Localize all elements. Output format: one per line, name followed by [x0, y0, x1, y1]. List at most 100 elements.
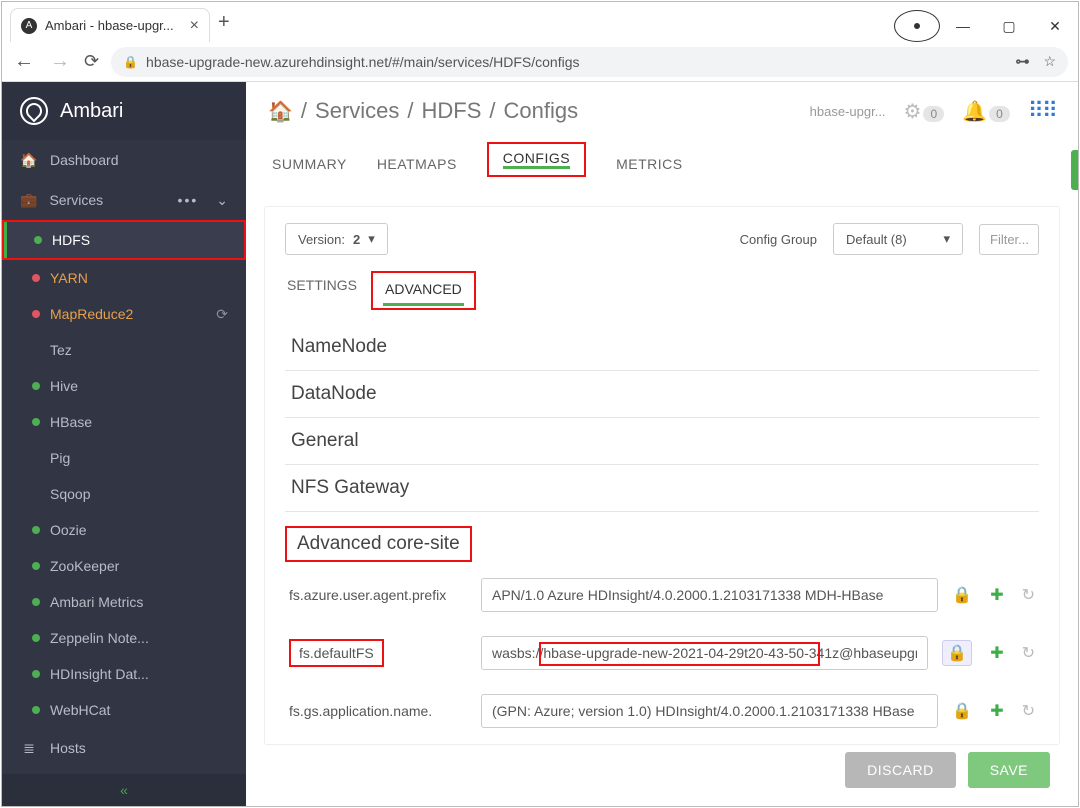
filter-input[interactable]: Filter...: [979, 224, 1039, 255]
new-tab-button[interactable]: +: [218, 11, 230, 34]
sidebar-item-hdinsight-dat-[interactable]: HDInsight Dat...: [2, 656, 246, 692]
hosts-label: Hosts: [50, 740, 86, 756]
url-text: hbase-upgrade-new.azurehdinsight.net/#/m…: [146, 54, 579, 70]
home-icon[interactable]: 🏠: [268, 99, 293, 124]
property-label: fs.azure.user.agent.prefix: [289, 587, 467, 603]
subtab-settings[interactable]: SETTINGS: [285, 271, 359, 310]
config-group-select[interactable]: Default (8) ▾: [833, 223, 963, 255]
tab-summary[interactable]: SUMMARY: [272, 140, 347, 188]
undo-icon[interactable]: ↻: [1022, 585, 1035, 605]
sidebar-item-label: Pig: [50, 450, 70, 466]
close-tab-icon[interactable]: ×: [190, 17, 199, 35]
nav-hosts[interactable]: ≣ Hosts: [2, 728, 246, 768]
status-dot-icon: [32, 670, 40, 678]
sidebar-item-label: Ambari Metrics: [50, 594, 143, 610]
gear-icon: ⚙: [904, 101, 922, 123]
nav-services[interactable]: 💼 Services ••• ⌄: [2, 180, 246, 220]
cluster-name[interactable]: hbase-upgr...: [810, 104, 886, 119]
property-label: fs.gs.application.name.: [289, 703, 467, 719]
override-icon[interactable]: ✚: [990, 585, 1003, 605]
sidebar-item-label: Zeppelin Note...: [50, 630, 149, 646]
services-menu-icon[interactable]: •••: [178, 192, 199, 208]
main-tabs: SUMMARY HEATMAPS CONFIGS METRICS: [246, 140, 1078, 188]
crumb-hdfs[interactable]: HDFS: [422, 98, 482, 124]
sidebar-item-ambari-metrics[interactable]: Ambari Metrics: [2, 584, 246, 620]
back-button[interactable]: ←: [12, 50, 36, 73]
property-row: fs.defaultFS 🔒 ✚ ↻: [285, 624, 1039, 682]
section-advanced-core-site[interactable]: Advanced core-site: [285, 526, 472, 562]
annotation-redbox: ADVANCED: [371, 271, 476, 310]
lock-icon[interactable]: 🔒: [952, 701, 972, 721]
annotation-redbox: [539, 642, 820, 666]
chevron-down-icon[interactable]: ⌄: [216, 192, 228, 209]
sidebar-item-oozie[interactable]: Oozie: [2, 512, 246, 548]
sidebar-item-pig[interactable]: Pig: [2, 440, 246, 476]
browser-titlebar: A Ambari - hbase-upgr... × + — ▢ ✕: [2, 2, 1078, 42]
subtab-advanced[interactable]: ADVANCED: [383, 275, 464, 306]
reload-button[interactable]: ⟳: [84, 51, 99, 72]
sidebar-item-hbase[interactable]: HBase: [2, 404, 246, 440]
profile-icon[interactable]: [894, 10, 940, 42]
lock-icon[interactable]: 🔒: [942, 640, 972, 666]
alerts-button[interactable]: 🔔0: [962, 99, 1010, 124]
save-button[interactable]: SAVE: [968, 752, 1050, 788]
sidebar-item-webhcat[interactable]: WebHCat: [2, 692, 246, 728]
crumb-services[interactable]: Services: [315, 98, 399, 124]
section-datanode[interactable]: DataNode: [285, 371, 1039, 418]
section-nfs-gateway[interactable]: NFS Gateway: [285, 465, 1039, 512]
undo-icon[interactable]: ↻: [1022, 701, 1035, 721]
undo-icon[interactable]: ↻: [1022, 643, 1035, 663]
sidebar-item-mapreduce2[interactable]: MapReduce2⟳: [2, 296, 246, 332]
override-icon[interactable]: ✚: [990, 701, 1003, 721]
sidebar-item-sqoop[interactable]: Sqoop: [2, 476, 246, 512]
nav-dashboard[interactable]: 🏠 Dashboard: [2, 140, 246, 180]
sidebar-item-hive[interactable]: Hive: [2, 368, 246, 404]
property-label: fs.defaultFS: [289, 639, 384, 667]
settings-button[interactable]: ⚙0: [904, 99, 945, 124]
apps-grid-icon[interactable]: ⠿⠿: [1028, 98, 1056, 124]
browser-tab[interactable]: A Ambari - hbase-upgr... ×: [10, 8, 210, 42]
key-icon[interactable]: ⊶: [1015, 53, 1029, 70]
sidebar-item-label: Tez: [50, 342, 72, 358]
sidebar-collapse[interactable]: «: [2, 774, 246, 806]
property-input[interactable]: [481, 694, 938, 728]
refresh-icon[interactable]: ⟳: [216, 306, 228, 323]
url-field[interactable]: 🔒 hbase-upgrade-new.azurehdinsight.net/#…: [111, 47, 1068, 77]
status-dot-icon: [32, 706, 40, 714]
sidebar-item-label: HDInsight Dat...: [50, 666, 149, 682]
brand-label: Ambari: [60, 100, 123, 123]
caret-down-icon: ▾: [943, 231, 950, 247]
section-general[interactable]: General: [285, 418, 1039, 465]
annotation-redbox: CONFIGS: [487, 142, 586, 177]
brand[interactable]: Ambari: [2, 82, 246, 140]
sidebar-item-zookeeper[interactable]: ZooKeeper: [2, 548, 246, 584]
sidebar-item-zeppelin-note-[interactable]: Zeppelin Note...: [2, 620, 246, 656]
status-dot-icon: [34, 236, 42, 244]
status-dot-icon: [32, 454, 40, 462]
maximize-button[interactable]: ▢: [986, 10, 1032, 42]
status-dot-icon: [32, 598, 40, 606]
status-dot-icon: [32, 382, 40, 390]
version-selector[interactable]: Version: 2 ▾: [285, 223, 388, 255]
override-icon[interactable]: ✚: [990, 643, 1003, 663]
section-namenode[interactable]: NameNode: [285, 324, 1039, 371]
list-icon: ≣: [20, 740, 38, 757]
sidebar-item-hdfs[interactable]: HDFS: [4, 222, 244, 258]
sidebar-item-tez[interactable]: Tez: [2, 332, 246, 368]
favicon-icon: A: [21, 18, 37, 34]
discard-button[interactable]: DISCARD: [845, 752, 956, 788]
close-window-button[interactable]: ✕: [1032, 10, 1078, 42]
bell-badge: 0: [989, 106, 1010, 122]
sidebar-item-yarn[interactable]: YARN: [2, 260, 246, 296]
tab-heatmaps[interactable]: HEATMAPS: [377, 140, 457, 188]
star-icon[interactable]: ☆: [1043, 53, 1056, 70]
briefcase-icon: 💼: [20, 192, 37, 209]
tab-metrics[interactable]: METRICS: [616, 140, 683, 188]
address-bar: ← → ⟳ 🔒 hbase-upgrade-new.azurehdinsight…: [2, 42, 1078, 82]
property-input[interactable]: [481, 578, 938, 612]
minimize-button[interactable]: —: [940, 10, 986, 42]
tab-configs[interactable]: CONFIGS: [503, 150, 570, 169]
forward-button[interactable]: →: [48, 50, 72, 73]
annotation-redbox: Advanced core-site: [285, 512, 1039, 566]
lock-icon[interactable]: 🔒: [952, 585, 972, 605]
